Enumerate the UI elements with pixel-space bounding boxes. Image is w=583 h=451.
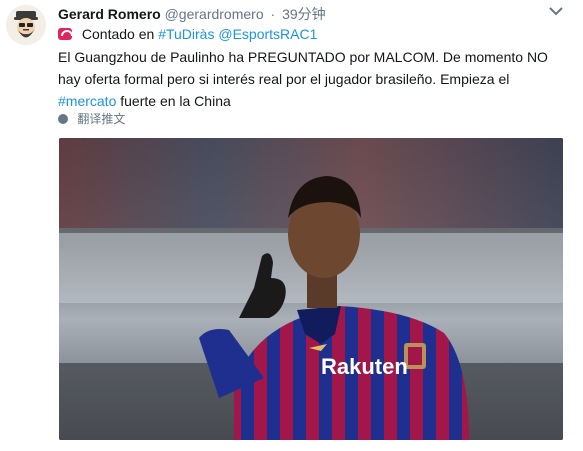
tweet-header: Gerard Romero @gerardromero · 39分钟	[58, 4, 326, 22]
tweet: Gerard Romero @gerardromero · 39分钟 Conta…	[0, 0, 583, 451]
context-prefix: Contado en	[81, 26, 155, 42]
player-photo: Rakuten	[59, 138, 563, 440]
tweet-photo[interactable]: Rakuten	[59, 138, 563, 440]
separator-dot: ·	[270, 6, 276, 22]
context-hashtag[interactable]: #TuDiràs	[158, 26, 214, 42]
tweet-text-part-1: El Guangzhou de Paulinho ha PREGUNTADO p…	[58, 49, 548, 87]
context-mention[interactable]: @EsportsRAC1	[218, 26, 317, 42]
chevron-down-icon[interactable]	[549, 6, 563, 16]
tweet-hashtag[interactable]: #mercato	[58, 93, 116, 109]
user-name[interactable]: Gerard Romero	[58, 6, 161, 22]
tweet-text-part-2: fuerte en la China	[116, 93, 231, 109]
tweet-text: El Guangzhou de Paulinho ha PREGUNTADO p…	[58, 46, 568, 112]
user-handle[interactable]: @gerardromero	[165, 6, 264, 22]
context-line: Contado en #TuDiràs @EsportsRAC1	[58, 26, 317, 42]
translate-label: 翻译推文	[77, 112, 126, 126]
timestamp[interactable]: 39分钟	[282, 6, 326, 22]
shirt-sponsor-text: Rakuten	[321, 354, 408, 379]
globe-icon	[58, 114, 68, 124]
avatar[interactable]	[6, 5, 46, 45]
phone-icon	[58, 28, 73, 40]
translate-tweet[interactable]: 翻译推文	[58, 110, 125, 127]
avatar-illustration	[6, 5, 46, 45]
